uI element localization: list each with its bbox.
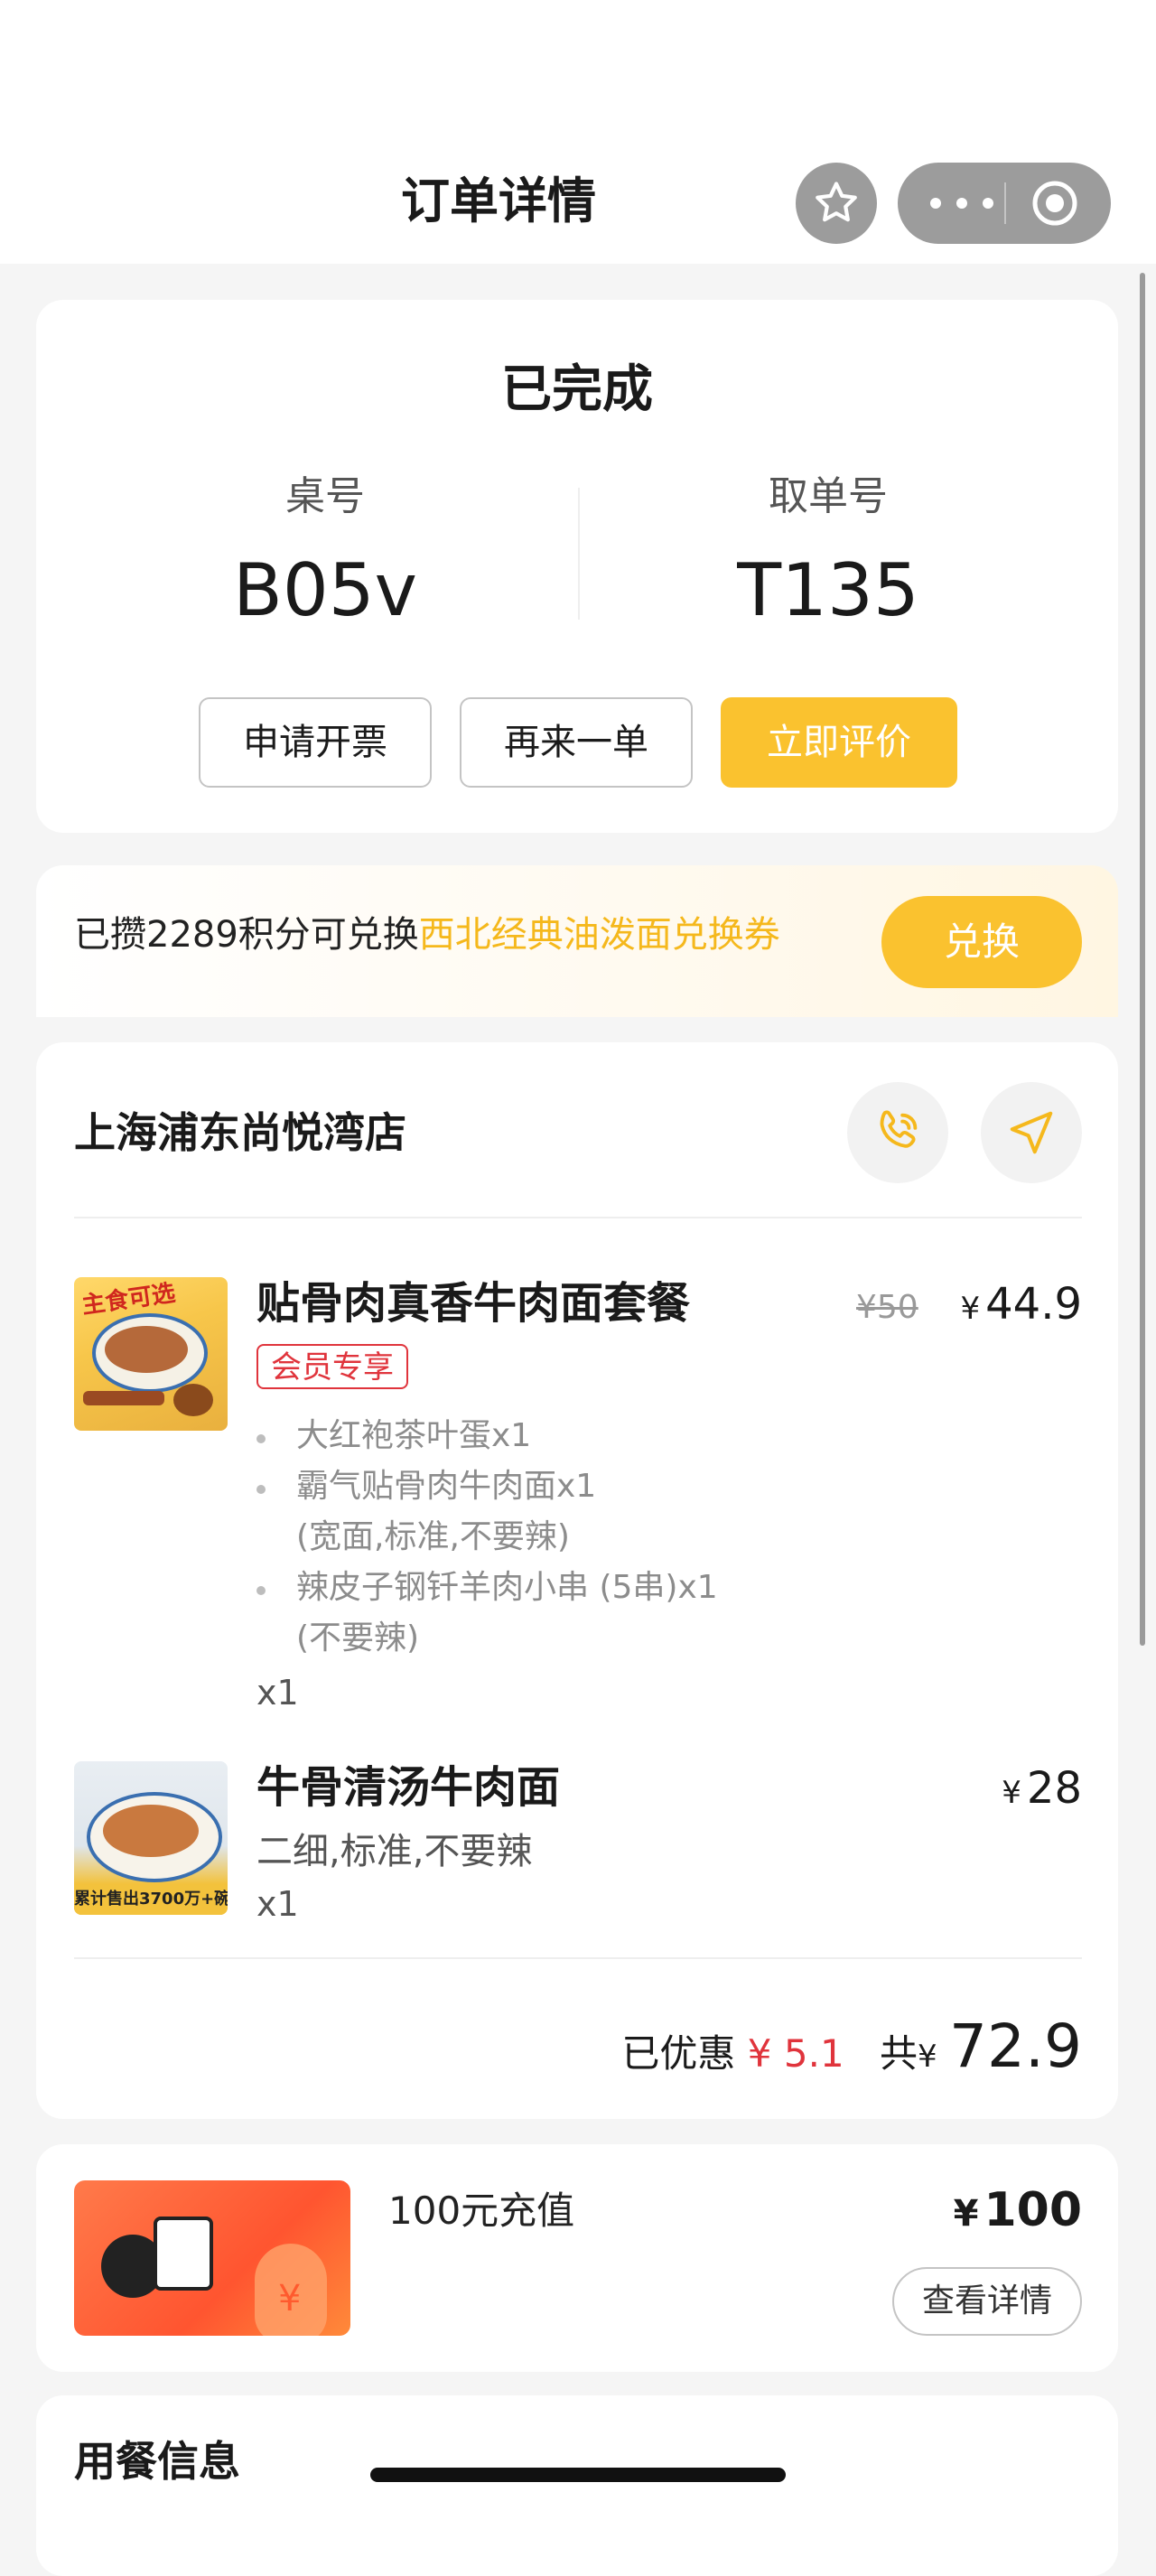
item-name: 贴骨肉真香牛肉面套餐 bbox=[256, 1278, 691, 1329]
item-spec: 二细,标准,不要辣 bbox=[256, 1831, 533, 1872]
item-price-value: 44.9 bbox=[985, 1279, 1082, 1330]
combo-item: 霸气贴骨肉牛肉面x1 bbox=[256, 1461, 889, 1512]
discount-label: 已优惠 bbox=[621, 2031, 736, 2076]
miniapp-capsule bbox=[898, 163, 1111, 244]
item-image-combo[interactable]: 主食可选 bbox=[74, 1277, 228, 1431]
combo-item-note: (宽面,标准,不要辣) bbox=[296, 1518, 570, 1555]
pickup-number: T135 bbox=[737, 548, 919, 632]
divider bbox=[74, 1957, 1082, 1959]
skewer-shape bbox=[83, 1391, 164, 1405]
yuan-icon: ¥ bbox=[278, 2278, 302, 2319]
order-totals: 已优惠 ¥ 5.1 共¥ 72.9 bbox=[621, 2011, 1082, 2093]
item-price-value: 28 bbox=[1026, 1763, 1082, 1814]
points-voucher-name[interactable]: 西北经典油泼面兑换券 bbox=[419, 914, 780, 956]
recharge-price-value: 100 bbox=[984, 2183, 1082, 2237]
discount-value: ¥ 5.1 bbox=[747, 2031, 844, 2076]
exchange-button[interactable]: 兑换 bbox=[881, 896, 1082, 988]
capsule-divider bbox=[1004, 182, 1006, 224]
beef-shape bbox=[103, 1805, 199, 1857]
favorite-button[interactable] bbox=[796, 163, 877, 244]
currency-symbol: ¥ bbox=[960, 1291, 981, 1327]
currency-symbol: ¥ bbox=[1002, 1775, 1021, 1811]
combo-items: 大红袍茶叶蛋x1 霸气贴骨肉牛肉面x1 (宽面,标准,不要辣) 辣皮子钢钎羊肉小… bbox=[256, 1411, 889, 1664]
thumb-caption: 累计售出3700万+碗 bbox=[74, 1884, 228, 1915]
table-label: 桌号 bbox=[285, 473, 365, 519]
item-quantity: x1 bbox=[256, 1673, 299, 1713]
original-price: ¥50 bbox=[856, 1289, 918, 1326]
more-icon[interactable] bbox=[930, 163, 993, 244]
item-price: ¥44.9 bbox=[960, 1277, 1082, 1336]
points-text-prefix: 已攒2289积分可兑换 bbox=[74, 914, 419, 956]
beef-shape bbox=[105, 1326, 188, 1373]
order-status: 已完成 bbox=[501, 360, 653, 419]
item-name: 牛骨清汤牛肉面 bbox=[256, 1762, 561, 1813]
store-name: 上海浦东尚悦湾店 bbox=[74, 1108, 406, 1157]
close-target-icon[interactable] bbox=[1030, 178, 1080, 229]
phone-illustration bbox=[154, 2217, 213, 2291]
member-badge: 会员专享 bbox=[256, 1344, 408, 1389]
currency-symbol: ¥ bbox=[953, 2193, 979, 2235]
star-icon bbox=[816, 182, 857, 222]
divider bbox=[74, 1217, 1082, 1218]
scrollbar[interactable] bbox=[1140, 273, 1145, 1646]
total-value: 72.9 bbox=[949, 2011, 1082, 2081]
item-image-noodle[interactable]: 累计售出3700万+碗 bbox=[74, 1761, 228, 1915]
combo-item-note: (不要辣) bbox=[296, 1619, 420, 1657]
invoice-button[interactable]: 申请开票 bbox=[199, 697, 432, 788]
view-details-button[interactable]: 查看详情 bbox=[892, 2267, 1082, 2336]
total-label: 共 bbox=[880, 2031, 918, 2076]
recharge-title: 100元充值 bbox=[388, 2189, 575, 2233]
call-store-button[interactable] bbox=[847, 1082, 948, 1183]
pickup-label: 取单号 bbox=[769, 473, 888, 519]
total-currency: ¥ bbox=[918, 2039, 937, 2075]
combo-item: 辣皮子钢钎羊肉小串 (5串)x1 bbox=[256, 1563, 889, 1613]
item-quantity: x1 bbox=[256, 1884, 299, 1924]
dining-info-title: 用餐信息 bbox=[74, 2437, 240, 2486]
reorder-button[interactable]: 再来一单 bbox=[460, 697, 693, 788]
home-indicator[interactable] bbox=[370, 2468, 786, 2482]
egg-shape bbox=[173, 1384, 213, 1416]
table-number: B05v bbox=[232, 548, 418, 632]
recharge-image[interactable]: ¥ bbox=[74, 2180, 350, 2336]
phone-icon bbox=[880, 1110, 918, 1148]
item-price: ¥28 bbox=[1002, 1761, 1082, 1820]
combo-item: 大红袍茶叶蛋x1 bbox=[256, 1411, 889, 1461]
recharge-price: ¥100 bbox=[954, 2179, 1082, 2245]
navigate-store-button[interactable] bbox=[981, 1082, 1082, 1183]
points-text: 已攒2289积分可兑换西北经典油泼面兑换券 bbox=[74, 903, 780, 966]
navigation-arrow-icon bbox=[1010, 1111, 1053, 1154]
review-button[interactable]: 立即评价 bbox=[721, 697, 957, 788]
info-divider bbox=[578, 488, 580, 620]
